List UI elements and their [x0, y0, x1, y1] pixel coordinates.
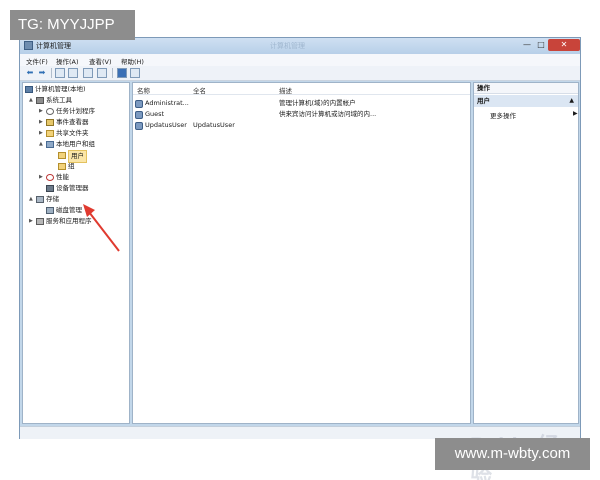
header-divider	[133, 94, 470, 95]
computer-management-icon	[24, 41, 33, 50]
watermark-bottom: www.m-wbty.com	[435, 438, 590, 470]
cell-name: Guest	[145, 110, 165, 118]
watermark-top: TG: MYYJJPP	[10, 10, 135, 40]
cell-name: UpdatusUser	[145, 121, 187, 129]
navigation-tree-pane: 计算机管理(本地) ▲ 系统工具 ▶ 任务计划程序 ▶ 事件查看器 ▶ 共享文件…	[22, 82, 130, 424]
cell-description: 供来宾访问计算机或访问域的内...	[279, 110, 377, 118]
users-list-pane: 名称 全名 描述 Administrat... 管理计算机(域)的内置帐户 Gu…	[132, 82, 471, 424]
cell-description: 管理计算机(域)的内置帐户	[279, 99, 356, 107]
table-row[interactable]: UpdatusUser UpdatusUser	[135, 120, 465, 131]
annotation-arrow-head	[83, 204, 95, 217]
minimize-button[interactable]: —	[520, 39, 534, 51]
computer-management-window: 计算机管理 计算机管理 — □ ✕ 文件(F) 操作(A) 查看(V) 帮助(H…	[19, 37, 581, 480]
menu-action[interactable]: 操作(A)	[56, 56, 79, 66]
title-bar-center-text: 计算机管理	[270, 42, 305, 50]
collapse-icon[interactable]: ▲	[569, 95, 574, 107]
menu-help[interactable]: 帮助(H)	[121, 56, 144, 66]
annotation-arrow	[83, 204, 120, 252]
export-icon[interactable]	[97, 68, 107, 78]
forward-arrow-icon[interactable]: ➡	[37, 68, 47, 78]
annotation-arrow-shaft	[88, 211, 120, 252]
back-arrow-icon[interactable]: ⬅	[25, 68, 35, 78]
menu-view[interactable]: 查看(V)	[89, 56, 112, 66]
help-icon[interactable]	[117, 68, 127, 78]
cell-name: Administrat...	[145, 99, 189, 107]
toolbar-separator	[112, 68, 113, 78]
actions-section-label: 用户	[477, 97, 490, 105]
folder-icon[interactable]	[55, 68, 65, 78]
submenu-arrow-icon[interactable]: ▶	[573, 110, 578, 117]
actions-header: 操作	[474, 83, 578, 94]
maximize-button[interactable]: □	[534, 39, 548, 51]
user-icon	[135, 122, 143, 130]
toolbar: ⬅ ➡	[20, 66, 580, 81]
window-title: 计算机管理	[36, 42, 71, 50]
table-row[interactable]: Administrat... 管理计算机(域)的内置帐户	[135, 98, 465, 109]
cell-fullname: UpdatusUser	[193, 121, 235, 129]
user-icon	[135, 100, 143, 108]
user-icon	[135, 111, 143, 119]
close-button[interactable]: ✕	[548, 39, 580, 51]
refresh-icon[interactable]	[83, 68, 93, 78]
table-row[interactable]: Guest 供来宾访问计算机或访问域的内...	[135, 109, 465, 120]
toolbar-separator	[51, 68, 52, 78]
more-actions-item[interactable]: 更多操作	[490, 110, 516, 120]
actions-section-users[interactable]: 用户 ▲	[474, 95, 578, 107]
list-icon[interactable]	[68, 68, 78, 78]
actions-pane: 操作 用户 ▲ 更多操作 ▶	[473, 82, 579, 424]
menu-bar: 文件(F) 操作(A) 查看(V) 帮助(H)	[20, 54, 580, 66]
view-icon[interactable]	[130, 68, 140, 78]
title-bar: 计算机管理 计算机管理 — □ ✕	[20, 38, 580, 54]
menu-file[interactable]: 文件(F)	[26, 56, 48, 66]
